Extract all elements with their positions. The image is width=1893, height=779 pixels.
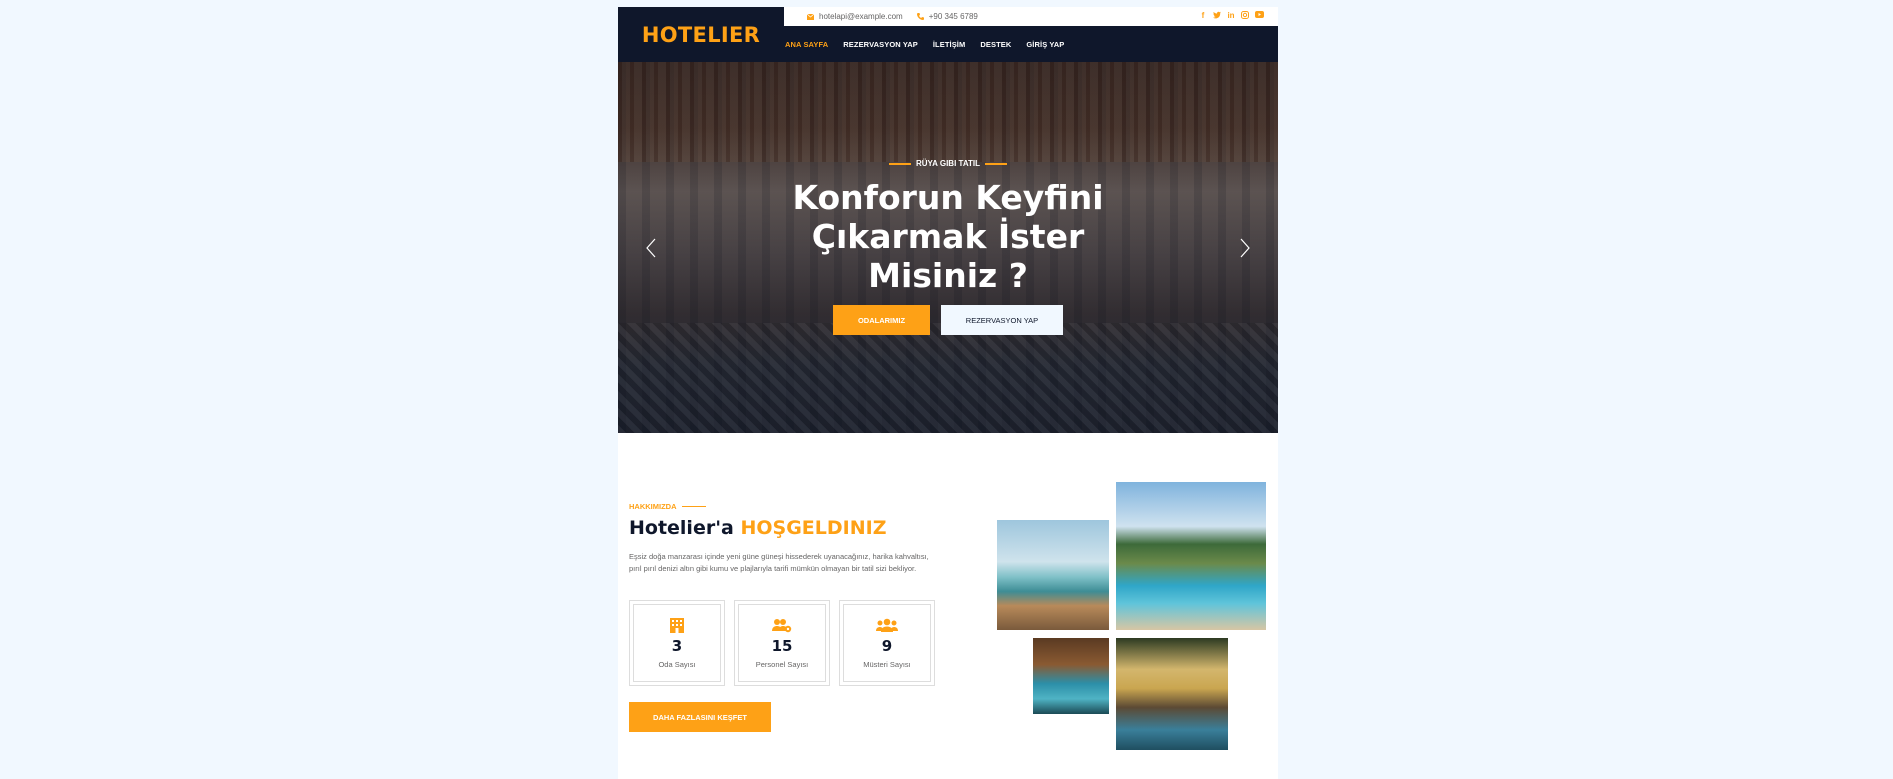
hero-carousel: RÜYA GIBI TATIL Konforun Keyfini Çıkarma… <box>618 62 1278 433</box>
stat-value: 15 <box>771 637 793 655</box>
youtube-icon[interactable] <box>1255 11 1264 20</box>
stat-card-clients: 9 Müsteri Sayısı <box>839 600 935 686</box>
about-description: Eşsiz doğa manzarası içinde yeni güne gü… <box>629 552 929 573</box>
about-photo-poolside-relax <box>1116 638 1228 750</box>
nav-item-home[interactable]: ANA SAYFA <box>785 40 828 49</box>
hero-kicker-text: RÜYA GIBI TATIL <box>916 159 980 168</box>
rooms-button[interactable]: ODALARIMIZ <box>833 305 930 335</box>
instagram-icon[interactable] <box>1241 11 1249 20</box>
stat-value: 3 <box>671 637 683 655</box>
phone-info: +90 345 6789 <box>916 12 978 21</box>
hero-kicker: RÜYA GIBI TATIL <box>618 159 1278 168</box>
about-photo-beach-lounger <box>997 520 1109 630</box>
social-links: f in <box>1199 11 1264 20</box>
kicker-line-right <box>985 162 1007 165</box>
nav-item-support[interactable]: DESTEK <box>980 40 1011 49</box>
about-kicker: HAKKIMIZDA <box>629 502 706 511</box>
users-cog-icon <box>772 619 792 633</box>
stat-label: Personel Sayısı <box>755 660 809 669</box>
phone-icon <box>916 13 924 20</box>
stat-value: 9 <box>881 637 893 655</box>
carousel-prev-chevron-icon[interactable] <box>640 236 664 260</box>
envelope-icon <box>807 13 814 20</box>
hero-buttons: ODALARIMIZ REZERVASYON YAP <box>618 305 1278 335</box>
nav-item-contact[interactable]: İLETİŞİM <box>933 40 965 49</box>
explore-more-button[interactable]: DAHA FAZLASINI KEŞFET <box>629 702 771 732</box>
brand-logo[interactable]: HOTELIER <box>618 7 784 62</box>
about-kicker-text: HAKKIMIZDA <box>629 502 677 511</box>
nav-item-reservation[interactable]: REZERVASYON YAP <box>843 40 918 49</box>
phone-text: +90 345 6789 <box>928 12 978 21</box>
stat-label: Müsteri Sayısı <box>863 660 911 669</box>
stats-row: 3 Oda Sayısı 15 Personel Sayısı 9 Müster… <box>629 600 935 686</box>
stat-card-rooms: 3 Oda Sayısı <box>629 600 725 686</box>
users-icon <box>876 618 898 632</box>
nav-item-login[interactable]: GİRİŞ YAP <box>1026 40 1064 49</box>
email-text: hotelapi@example.com <box>819 12 903 21</box>
carousel-next-chevron-icon[interactable] <box>1232 236 1256 260</box>
about-title: Hotelier'a HOŞGELDINIZ <box>629 517 886 539</box>
stat-label: Oda Sayısı <box>658 660 696 669</box>
about-photo-pool-palms <box>1116 482 1266 630</box>
hero-content: RÜYA GIBI TATIL Konforun Keyfini Çıkarma… <box>618 62 1278 433</box>
linkedin-icon[interactable]: in <box>1227 11 1235 20</box>
page-container: HOTELIER hotelapi@example.com +90 345 67… <box>618 7 1278 779</box>
brand-name: HOTELIER <box>641 22 761 47</box>
facebook-icon[interactable]: f <box>1199 11 1207 20</box>
email-info: hotelapi@example.com <box>807 12 903 21</box>
about-photo-pool-hut <box>1033 638 1109 714</box>
about-kicker-line <box>681 505 706 508</box>
book-now-button[interactable]: REZERVASYON YAP <box>941 305 1063 335</box>
about-title-prefix: Hotelier'a <box>629 517 734 539</box>
kicker-line-left <box>889 162 911 165</box>
twitter-icon[interactable] <box>1213 11 1221 20</box>
top-contact-bar: hotelapi@example.com +90 345 6789 f in <box>784 7 1278 26</box>
stat-card-staff: 15 Personel Sayısı <box>734 600 830 686</box>
main-navigation: ANA SAYFA REZERVASYON YAP İLETİŞİM DESTE… <box>784 26 1278 62</box>
hotel-icon <box>670 618 684 633</box>
about-title-highlight: HOŞGELDINIZ <box>740 517 887 539</box>
hero-title: Konforun Keyfini Çıkarmak İster Misiniz … <box>792 178 1104 295</box>
